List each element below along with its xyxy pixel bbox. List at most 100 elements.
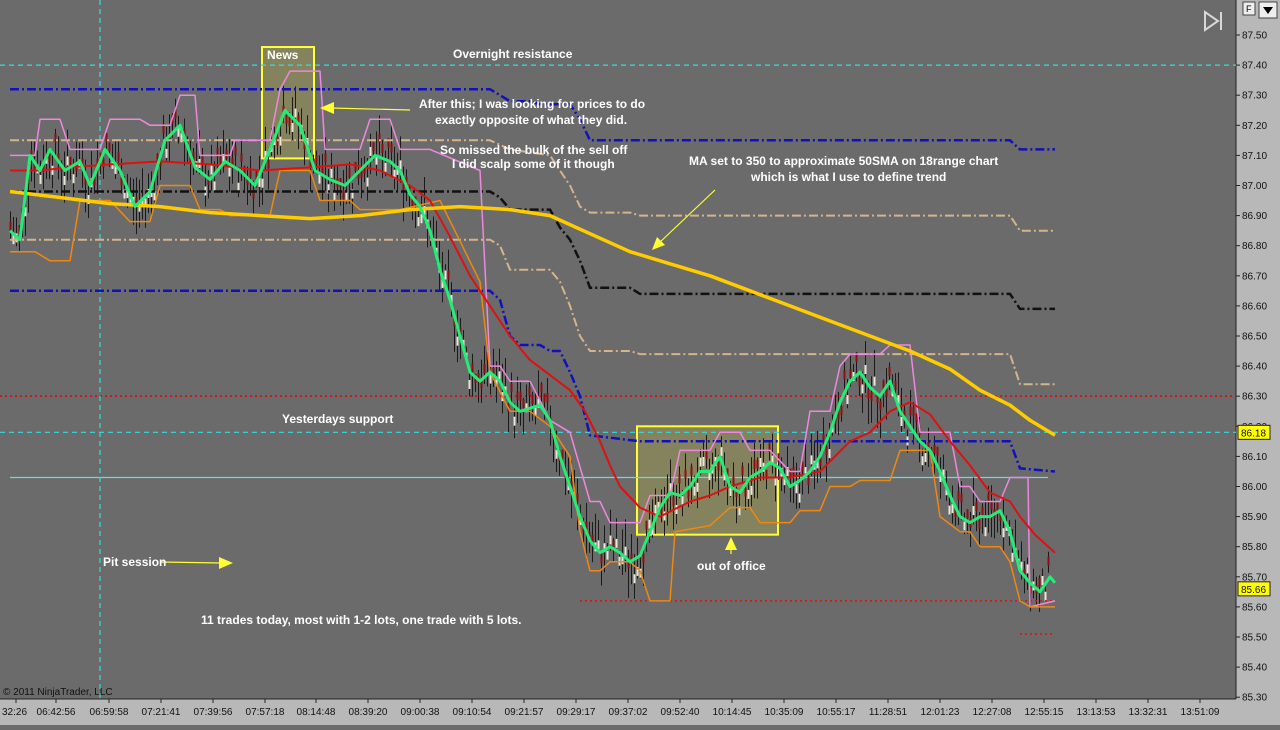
- price-bar-body: [372, 142, 375, 152]
- price-bar-body: [933, 444, 936, 454]
- f-toggle-button[interactable]: F: [1242, 1, 1256, 16]
- price-bar-body: [516, 391, 519, 401]
- price-bar-body: [996, 501, 999, 511]
- x-tick-label: 07:21:41: [142, 707, 181, 718]
- price-bar-body: [9, 221, 12, 231]
- price-bar-body: [720, 447, 723, 457]
- price-bar-body: [108, 142, 111, 152]
- price-bar-body: [228, 167, 231, 177]
- y-tick-label: 86.80: [1242, 241, 1267, 252]
- price-bar-body: [915, 413, 918, 423]
- price-bar-body: [456, 336, 459, 346]
- y-tick-label: 87.40: [1242, 61, 1267, 72]
- x-tick-label: 12:27:08: [973, 707, 1012, 718]
- x-tick-label: 09:29:17: [557, 707, 596, 718]
- copyright-text: © 2011 NinjaTrader, LLC: [3, 687, 113, 698]
- price-bar-body: [1011, 552, 1014, 562]
- x-tick-label: 08:39:20: [349, 707, 388, 718]
- annotation-scalp: I did scalp some of it though: [452, 157, 615, 171]
- annotation-exactly-opposite: exactly opposite of what they did.: [435, 113, 627, 127]
- chevron-down-icon[interactable]: [1258, 1, 1278, 19]
- price-bar-body: [72, 174, 75, 184]
- price-bar-body: [201, 154, 204, 164]
- price-bar-body: [624, 546, 627, 556]
- price-bar-body: [1026, 564, 1029, 574]
- y-tick-label: 85.50: [1242, 633, 1267, 644]
- price-bar-body: [690, 466, 693, 476]
- price-marker-label: 86.18: [1241, 428, 1266, 439]
- y-tick-label: 86.90: [1242, 211, 1267, 222]
- price-bar-body: [990, 501, 993, 511]
- price-bar-body: [858, 377, 861, 387]
- annotation-out-of-office: out of office: [697, 559, 766, 573]
- price-bar-body: [840, 405, 843, 415]
- price-bar-body: [864, 364, 867, 374]
- x-tick-label: 13:13:53: [1077, 707, 1116, 718]
- annotation-overnight-resistance: Overnight resistance: [453, 47, 573, 61]
- x-tick-label: 09:52:40: [661, 707, 700, 718]
- price-bar-body: [828, 449, 831, 459]
- price-bar-body: [348, 168, 351, 178]
- price-bar-body: [102, 158, 105, 168]
- price-bar-body: [936, 446, 939, 456]
- price-bar-body: [399, 160, 402, 170]
- price-bar-body: [531, 394, 534, 404]
- x-tick-label: 09:37:02: [609, 707, 648, 718]
- x-tick-label: 10:35:09: [765, 707, 804, 718]
- chart-window: News Overnight resistance After this; I …: [0, 0, 1280, 725]
- price-bar-body: [324, 153, 327, 163]
- price-bar-body: [69, 156, 72, 166]
- price-bar-body: [165, 148, 168, 158]
- price-bar-body: [672, 496, 675, 506]
- price-bar-body: [294, 108, 297, 118]
- x-tick-label: 09:10:54: [453, 707, 492, 718]
- price-bar-body: [315, 155, 318, 165]
- price-bar-body: [483, 363, 486, 373]
- x-tick-label: 06:59:58: [90, 707, 129, 718]
- price-bar-body: [645, 520, 648, 530]
- y-tick-label: 86.70: [1242, 271, 1267, 282]
- price-bar-body: [267, 159, 270, 169]
- x-tick-label: 08:14:48: [297, 707, 336, 718]
- price-bar-body: [213, 181, 216, 191]
- x-tick-label: 09:21:57: [505, 707, 544, 718]
- price-bar-body: [633, 574, 636, 584]
- x-tick-label: 06:42:56: [37, 707, 76, 718]
- price-bar-body: [384, 162, 387, 172]
- price-bar-body: [291, 122, 294, 132]
- x-tick-label: 07:39:56: [194, 707, 233, 718]
- price-bar-body: [342, 190, 345, 200]
- price-bar-body: [600, 553, 603, 564]
- price-bar-body: [921, 456, 924, 466]
- price-bar-body: [609, 535, 612, 545]
- price-bar-body: [378, 133, 381, 143]
- price-bar-body: [879, 401, 882, 411]
- price-bar-body: [873, 376, 876, 386]
- price-bar-body: [810, 455, 813, 465]
- price-bar-body: [285, 114, 288, 124]
- price-bar-body: [861, 384, 864, 394]
- price-bar-body: [957, 491, 960, 501]
- price-bar-body: [684, 469, 687, 479]
- f-toggle-label: F: [1246, 4, 1252, 14]
- price-bar-body: [924, 453, 927, 463]
- price-bar-body: [756, 459, 759, 469]
- price-marker-label: 85.66: [1241, 585, 1266, 596]
- price-bar-body: [1047, 556, 1050, 566]
- y-tick-label: 87.00: [1242, 181, 1267, 192]
- y-tick-label: 85.60: [1242, 602, 1267, 613]
- price-bar-body: [369, 146, 372, 156]
- price-bar-body: [54, 133, 57, 143]
- x-tick-label: 13:51:09: [1181, 707, 1220, 718]
- price-bar-body: [705, 450, 708, 460]
- price-bar-body: [330, 168, 333, 178]
- y-tick-label: 85.90: [1242, 512, 1267, 523]
- price-bar-body: [540, 383, 543, 393]
- price-bar-body: [615, 538, 618, 548]
- annotation-news: News: [267, 48, 299, 62]
- price-bar-body: [444, 270, 447, 280]
- price-bar-body: [66, 156, 69, 166]
- price-bar-body: [642, 554, 645, 564]
- price-bar-body: [912, 407, 915, 417]
- price-bar-body: [759, 457, 762, 467]
